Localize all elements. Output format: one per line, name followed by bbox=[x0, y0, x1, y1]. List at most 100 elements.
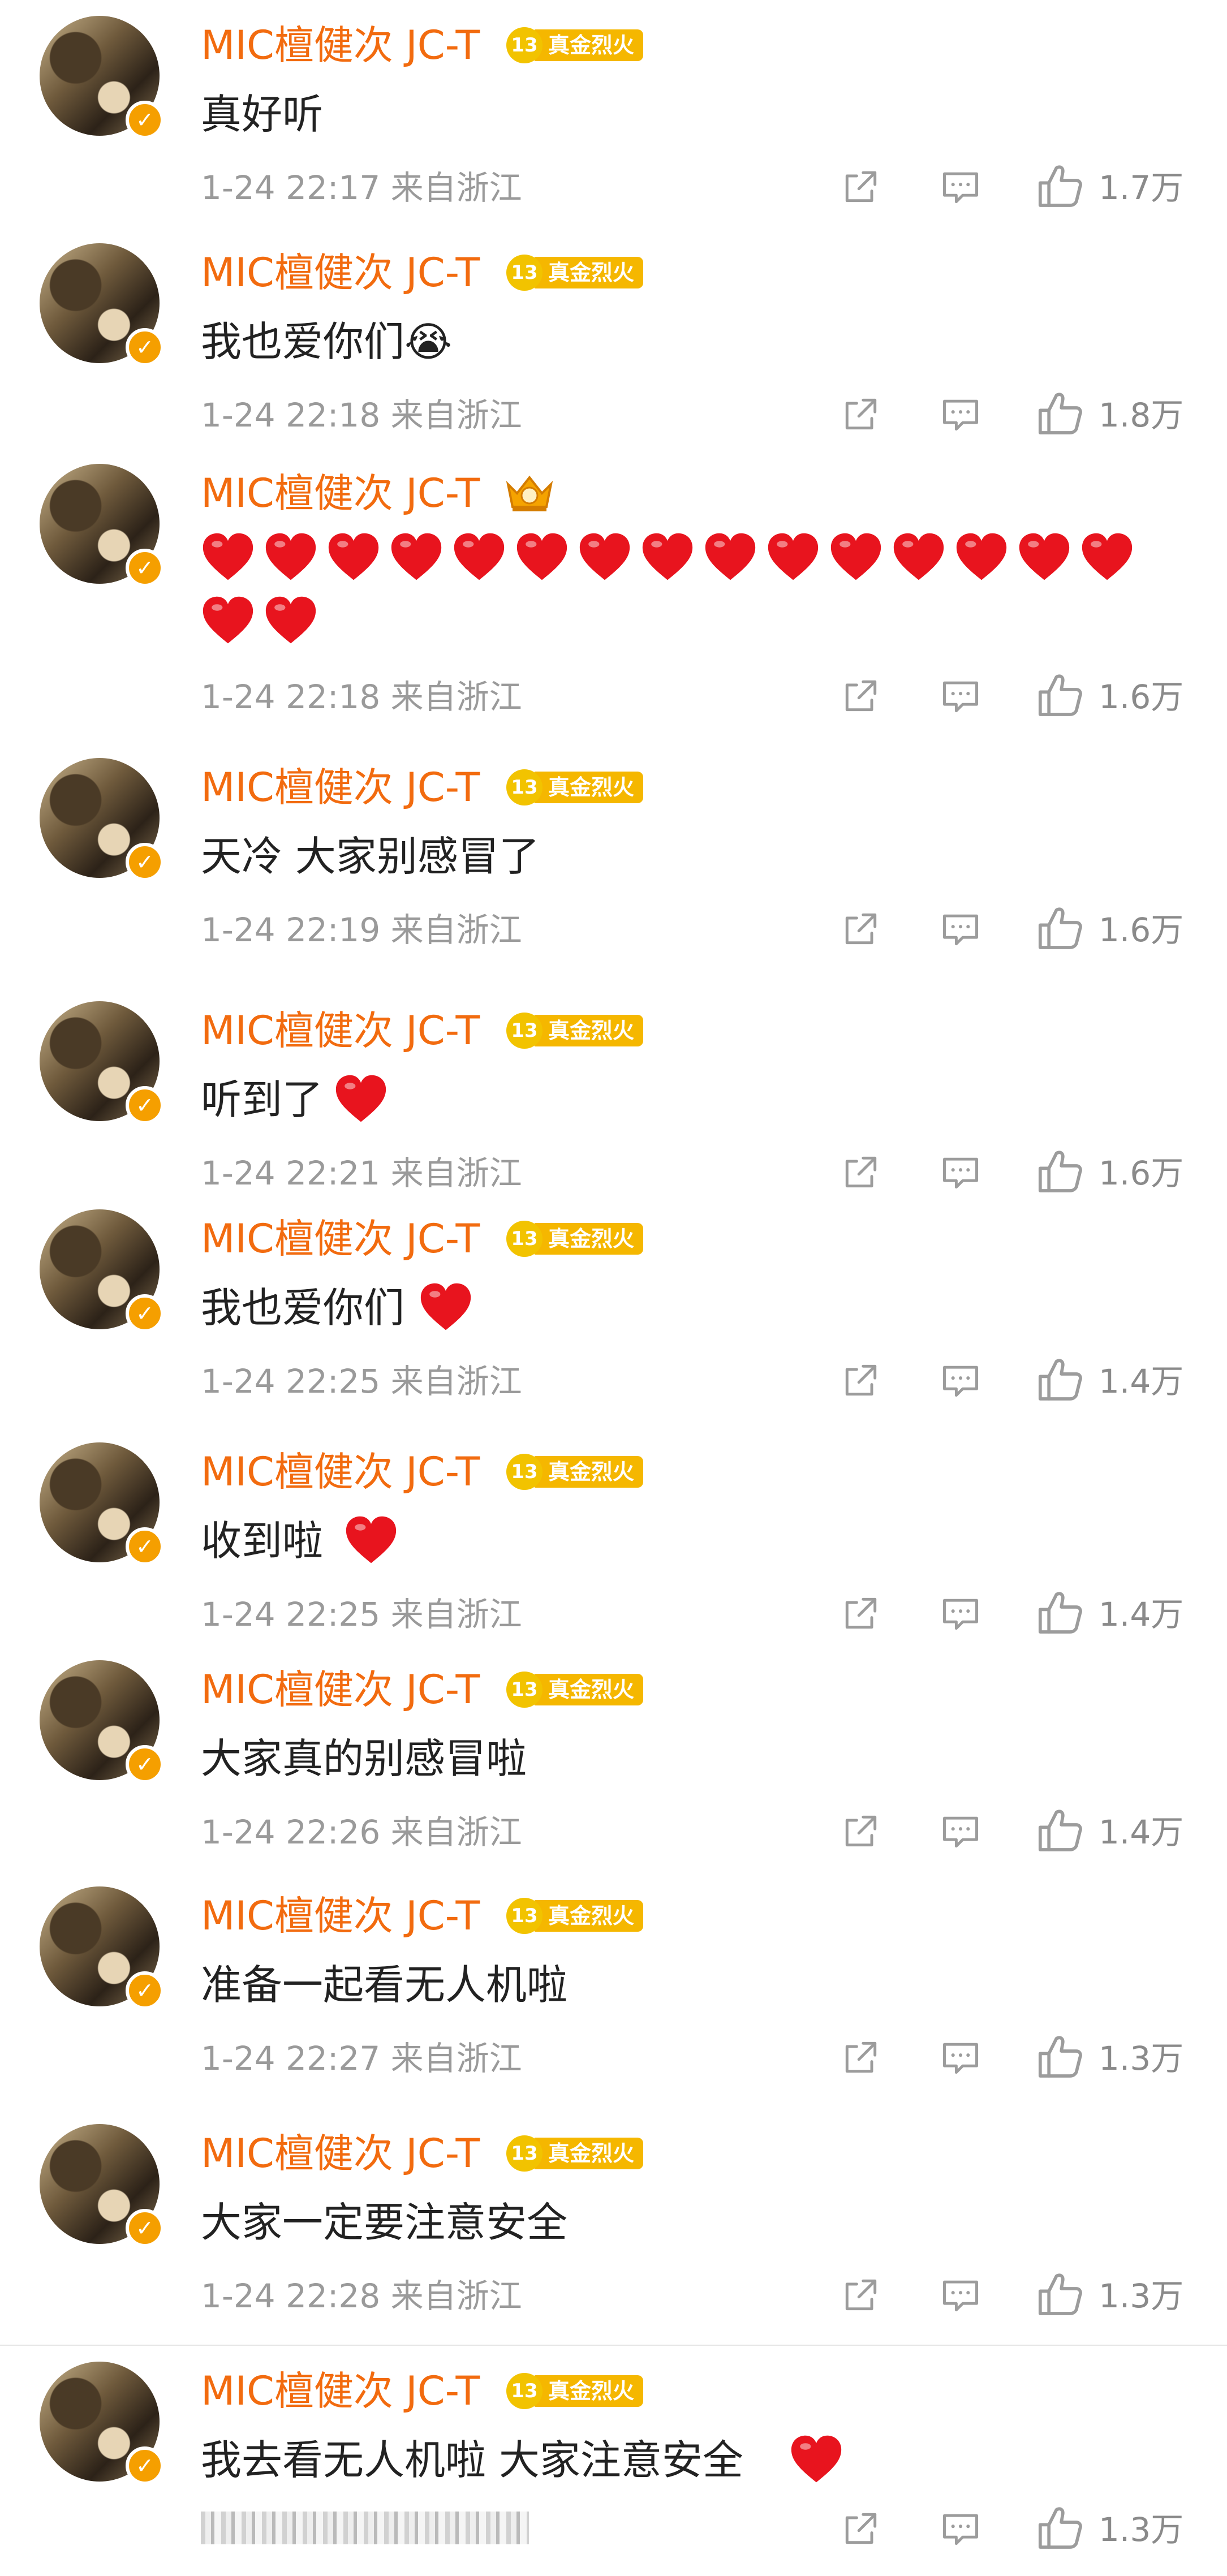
fan-level-number: 13 bbox=[506, 1898, 543, 1934]
fan-level-badge[interactable]: 13 真金烈火 bbox=[506, 1013, 644, 1049]
comment-icon[interactable] bbox=[939, 1151, 982, 1194]
username-link[interactable]: MIC檀健次 JC-T bbox=[201, 471, 480, 516]
like-count[interactable]: 1.8万 bbox=[1099, 397, 1183, 433]
avatar[interactable]: ✓ bbox=[40, 1660, 164, 1784]
fan-level-badge[interactable]: 13 真金烈火 bbox=[506, 769, 644, 805]
fan-level-badge[interactable]: 13 真金烈火 bbox=[506, 2135, 644, 2172]
comment-icon[interactable] bbox=[939, 907, 982, 950]
like-icon[interactable] bbox=[1035, 1806, 1085, 1856]
like-icon[interactable] bbox=[1035, 1588, 1085, 1638]
username-link[interactable]: MIC檀健次 JC-T bbox=[201, 1667, 480, 1712]
section-divider bbox=[0, 2345, 1227, 2346]
username-link[interactable]: MIC檀健次 JC-T bbox=[201, 1449, 480, 1494]
comment-text: 天冷 大家别感冒了 bbox=[201, 833, 540, 880]
share-icon[interactable] bbox=[839, 2273, 882, 2316]
share-icon[interactable] bbox=[839, 1359, 882, 1402]
comment-text: 收到啦 bbox=[201, 1517, 324, 1565]
like-icon[interactable] bbox=[1035, 2504, 1085, 2553]
fan-level-badge[interactable]: 13 真金烈火 bbox=[506, 2373, 644, 2409]
fan-level-title: 真金烈火 bbox=[535, 772, 644, 803]
username-link[interactable]: MIC檀健次 JC-T bbox=[201, 250, 480, 295]
like-icon[interactable] bbox=[1035, 904, 1085, 954]
username-link[interactable]: MIC檀健次 JC-T bbox=[201, 2368, 480, 2414]
comment-icon[interactable] bbox=[939, 2036, 982, 2079]
like-count[interactable]: 1.6万 bbox=[1099, 679, 1183, 715]
like-count[interactable]: 1.3万 bbox=[1099, 2278, 1183, 2314]
share-icon[interactable] bbox=[839, 1592, 882, 1635]
comment-icon[interactable] bbox=[939, 2507, 982, 2550]
comment-icon[interactable] bbox=[939, 393, 982, 436]
like-count[interactable]: 1.3万 bbox=[1099, 2040, 1183, 2077]
fan-level-badge[interactable]: 13 真金烈火 bbox=[506, 1221, 644, 1257]
username-link[interactable]: MIC檀健次 JC-T bbox=[201, 1216, 480, 1261]
like-icon[interactable] bbox=[1035, 2032, 1085, 2082]
like-count[interactable]: 1.6万 bbox=[1099, 1155, 1183, 1191]
like-count[interactable]: 1.4万 bbox=[1099, 1363, 1183, 1399]
avatar[interactable]: ✓ bbox=[40, 243, 164, 367]
comment-meta: 1-24 22:28 来自浙江 bbox=[201, 2277, 522, 2315]
username-link[interactable]: MIC檀健次 JC-T bbox=[201, 23, 480, 68]
heart-icon bbox=[791, 2435, 842, 2483]
like-icon[interactable] bbox=[1035, 389, 1085, 439]
username-link[interactable]: MIC檀健次 JC-T bbox=[201, 765, 480, 810]
avatar[interactable]: ✓ bbox=[40, 1886, 164, 2010]
username-link[interactable]: MIC檀健次 JC-T bbox=[201, 1008, 480, 1053]
comment-meta: 1-24 22:25 来自浙江 bbox=[201, 1595, 522, 1634]
comment-icon[interactable] bbox=[939, 674, 982, 717]
comment-meta: 1-24 22:17 来自浙江 bbox=[201, 169, 522, 207]
verified-badge-icon: ✓ bbox=[126, 1971, 164, 2010]
avatar[interactable]: ✓ bbox=[40, 1001, 164, 1125]
comment-icon[interactable] bbox=[939, 1592, 982, 1635]
avatar[interactable]: ✓ bbox=[40, 464, 164, 587]
avatar[interactable]: ✓ bbox=[40, 16, 164, 139]
share-icon[interactable] bbox=[839, 1151, 882, 1194]
fan-level-title: 真金烈火 bbox=[535, 1674, 644, 1705]
heart-icon bbox=[328, 533, 379, 580]
heart-icon bbox=[768, 533, 819, 580]
avatar[interactable]: ✓ bbox=[40, 1209, 164, 1333]
comment-icon[interactable] bbox=[939, 1359, 982, 1402]
like-count[interactable]: 1.7万 bbox=[1099, 170, 1183, 206]
avatar[interactable]: ✓ bbox=[40, 2124, 164, 2247]
heart-icon bbox=[346, 1516, 397, 1563]
verified-badge-icon: ✓ bbox=[126, 843, 164, 881]
share-icon[interactable] bbox=[839, 907, 882, 950]
like-icon[interactable] bbox=[1035, 671, 1085, 721]
avatar[interactable]: ✓ bbox=[40, 2362, 164, 2485]
verified-badge-icon: ✓ bbox=[126, 1294, 164, 1333]
comment-icon[interactable] bbox=[939, 2273, 982, 2316]
share-icon[interactable] bbox=[839, 2507, 882, 2550]
like-icon[interactable] bbox=[1035, 1355, 1085, 1405]
username-link[interactable]: MIC檀健次 JC-T bbox=[201, 1893, 480, 1939]
like-icon[interactable] bbox=[1035, 162, 1085, 212]
avatar[interactable]: ✓ bbox=[40, 1442, 164, 1566]
share-icon[interactable] bbox=[839, 674, 882, 717]
avatar[interactable]: ✓ bbox=[40, 758, 164, 881]
comment-icon[interactable] bbox=[939, 1810, 982, 1853]
username-link[interactable]: MIC檀健次 JC-T bbox=[201, 2131, 480, 2176]
like-count[interactable]: 1.4万 bbox=[1099, 1814, 1183, 1850]
fan-level-badge[interactable]: 13 真金烈火 bbox=[506, 1672, 644, 1708]
fan-level-title: 真金烈火 bbox=[535, 1223, 644, 1255]
comment-icon[interactable] bbox=[939, 165, 982, 208]
share-icon[interactable] bbox=[839, 165, 882, 208]
share-icon[interactable] bbox=[839, 1810, 882, 1853]
fan-level-number: 13 bbox=[506, 769, 543, 805]
like-count[interactable]: 1.4万 bbox=[1099, 1596, 1183, 1632]
fan-level-badge[interactable]: 13 真金烈火 bbox=[506, 255, 644, 291]
share-icon[interactable] bbox=[839, 393, 882, 436]
fan-level-number: 13 bbox=[506, 27, 543, 63]
like-count[interactable]: 1.3万 bbox=[1099, 2512, 1183, 2548]
like-count[interactable]: 1.6万 bbox=[1099, 912, 1183, 948]
like-icon[interactable] bbox=[1035, 1147, 1085, 1197]
share-icon[interactable] bbox=[839, 2036, 882, 2079]
heart-icon bbox=[203, 533, 253, 580]
heart-icon bbox=[203, 596, 253, 644]
crown-icon[interactable] bbox=[503, 473, 556, 514]
like-icon[interactable] bbox=[1035, 2270, 1085, 2320]
fan-level-title: 真金烈火 bbox=[535, 1456, 644, 1488]
fan-level-badge[interactable]: 13 真金烈火 bbox=[506, 1898, 644, 1934]
comment-text: 准备一起看无人机啦 bbox=[201, 1961, 568, 2009]
fan-level-badge[interactable]: 13 真金烈火 bbox=[506, 1454, 644, 1490]
fan-level-badge[interactable]: 13 真金烈火 bbox=[506, 27, 644, 63]
